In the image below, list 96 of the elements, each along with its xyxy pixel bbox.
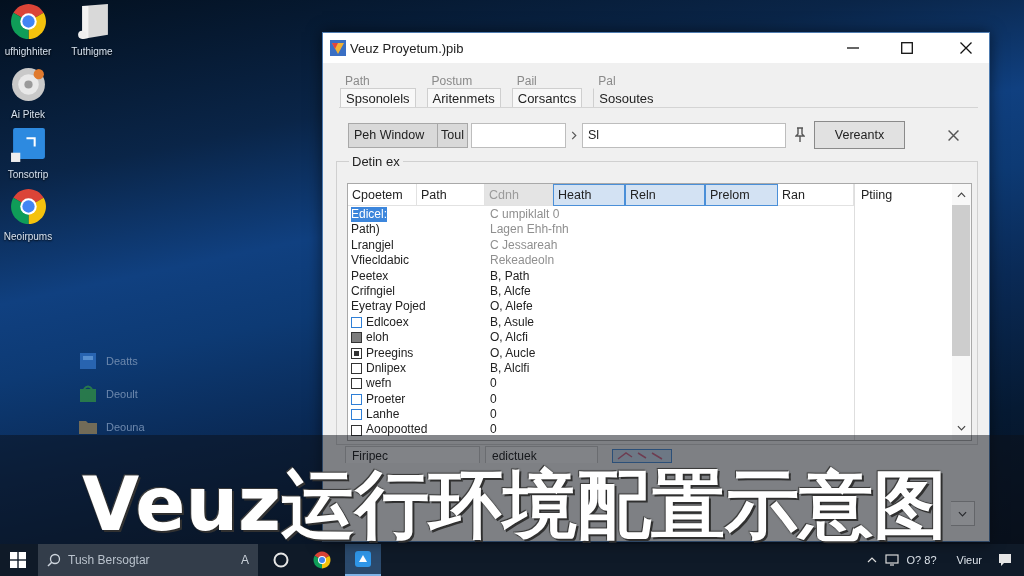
row-label[interactable]: Dnlipex [366,360,407,377]
row-value: Lagen Ehh-fnh [489,222,569,238]
browser-icon[interactable] [9,188,47,225]
close-icon [948,129,959,141]
row-value: C Jessareah [489,237,558,254]
maximize-icon [901,42,913,54]
pin-icon[interactable] [795,127,805,143]
clock-text[interactable]: Vieur [956,554,982,566]
row-label[interactable]: Aoopootted [366,422,428,438]
search-field[interactable]: Tush Bersogtar [68,550,234,570]
checkbox[interactable] [351,347,362,359]
row-label[interactable]: wefn [366,376,392,392]
row-value: Rekeadeoln [489,253,555,269]
checkbox[interactable] [351,363,362,375]
tab-caption: Path [344,75,371,88]
input-field[interactable]: Firipec [345,446,480,463]
row-value: 0 [489,376,497,392]
input-field[interactable]: edictuek [485,446,598,463]
action-button[interactable]: Vereantx [814,121,905,149]
tray-text: O? 8? [906,554,937,566]
desktop-icon-label: Tonsotrip [7,169,49,180]
notification-icon[interactable] [998,553,1012,567]
scrollbar-thumb[interactable] [952,205,971,356]
dropdown-field[interactable] [951,501,975,526]
windows-logo-icon [10,552,26,568]
chevron-down-icon[interactable] [956,425,966,431]
search-icon[interactable] [47,553,61,567]
browser-icon [313,551,331,569]
window-icon[interactable] [78,351,98,371]
column-header[interactable]: Ran [778,184,854,206]
disc-icon[interactable] [9,66,47,103]
column-header[interactable]: Heath [553,184,625,206]
close-icon [960,42,972,54]
checkbox[interactable] [351,332,362,344]
desktop-icon-label: Tuthigme [71,46,113,57]
row-value: B, Asule [489,314,535,331]
row-value: O, Alefe [489,299,533,315]
tab[interactable]: Spsonolels [340,88,416,107]
row-label[interactable]: Proeter [366,391,406,408]
tab[interactable]: Corsantcs [511,88,583,107]
tab[interactable]: Aritenmets [426,88,501,107]
desktop-icon-label: ufhighhiter [4,46,52,57]
row-value: B, Path [489,268,530,284]
checkbox[interactable] [351,393,362,405]
search-key: A [241,553,249,567]
row-label[interactable]: Edlcoex [366,314,409,331]
caret-icon [958,510,967,517]
row-value: O, Alcfi [489,330,528,346]
clear-button[interactable] [948,129,959,141]
row-value: C umpiklalt 0 [489,207,560,223]
row-value: 0 [489,422,497,438]
checkbox[interactable] [351,378,362,390]
row-label[interactable]: Lanhe [366,407,400,423]
row-label[interactable]: Crifngiel [351,283,395,300]
desktop-icon-label: Deatts [106,355,138,367]
desktop-icon-label: Ai Pitek [11,109,45,120]
tab-caption: Pal [597,75,617,88]
row-label[interactable]: Peetex [351,268,389,284]
row-label[interactable]: Eyetray Pojed [351,299,426,315]
row-value: 0 [489,391,497,408]
browser-icon[interactable] [9,3,47,40]
group-title: Detin ex [351,154,401,169]
column-header[interactable]: Path [417,184,485,206]
taskbar-app-button[interactable] [345,544,381,576]
video-caption: Veuz运行环境配置示意图 [82,467,948,541]
tab-caption: Postum [430,75,474,88]
desktop-icon-label: Deoult [106,388,138,400]
row-label[interactable]: Preegins [366,345,414,361]
checkbox[interactable] [351,316,362,328]
checkbox[interactable] [351,409,362,421]
path-field[interactable]: Sl [582,122,786,148]
toolbar-button[interactable]: Toul [438,122,468,148]
chevron-up-icon[interactable] [956,192,966,198]
monitor-icon[interactable] [884,554,899,566]
desktop-icon-label: Neoirpums [3,231,53,242]
ring-icon [272,551,290,569]
app-logo-icon [330,40,346,56]
shortcut-icon[interactable] [9,126,47,163]
search-box[interactable]: Tush Bersogtar A [38,544,258,576]
window-title: Veuz Proyetum.)pib [350,40,465,56]
checkbox[interactable] [351,424,362,436]
row-value: B, Alcfe [489,283,531,300]
column-header[interactable]: Ptiing [861,188,893,202]
row-value: B, Alclfi [489,360,530,377]
tab-caption: Pail [515,75,538,88]
toolbar-button[interactable]: Peh Window [348,122,438,148]
row-value: 0 [489,407,497,423]
chevron-right-icon [571,130,577,140]
row-value: O, Aucle [489,345,536,361]
column-header[interactable]: Reln [625,184,705,206]
input-field[interactable] [471,122,566,148]
column-header[interactable]: Cpoetem [348,184,417,206]
app-tile-icon [354,550,372,568]
column-header[interactable]: Prelom [705,184,778,206]
row-label[interactable]: eloh [366,330,389,346]
desktop-icon-label: Deouna [106,421,145,433]
